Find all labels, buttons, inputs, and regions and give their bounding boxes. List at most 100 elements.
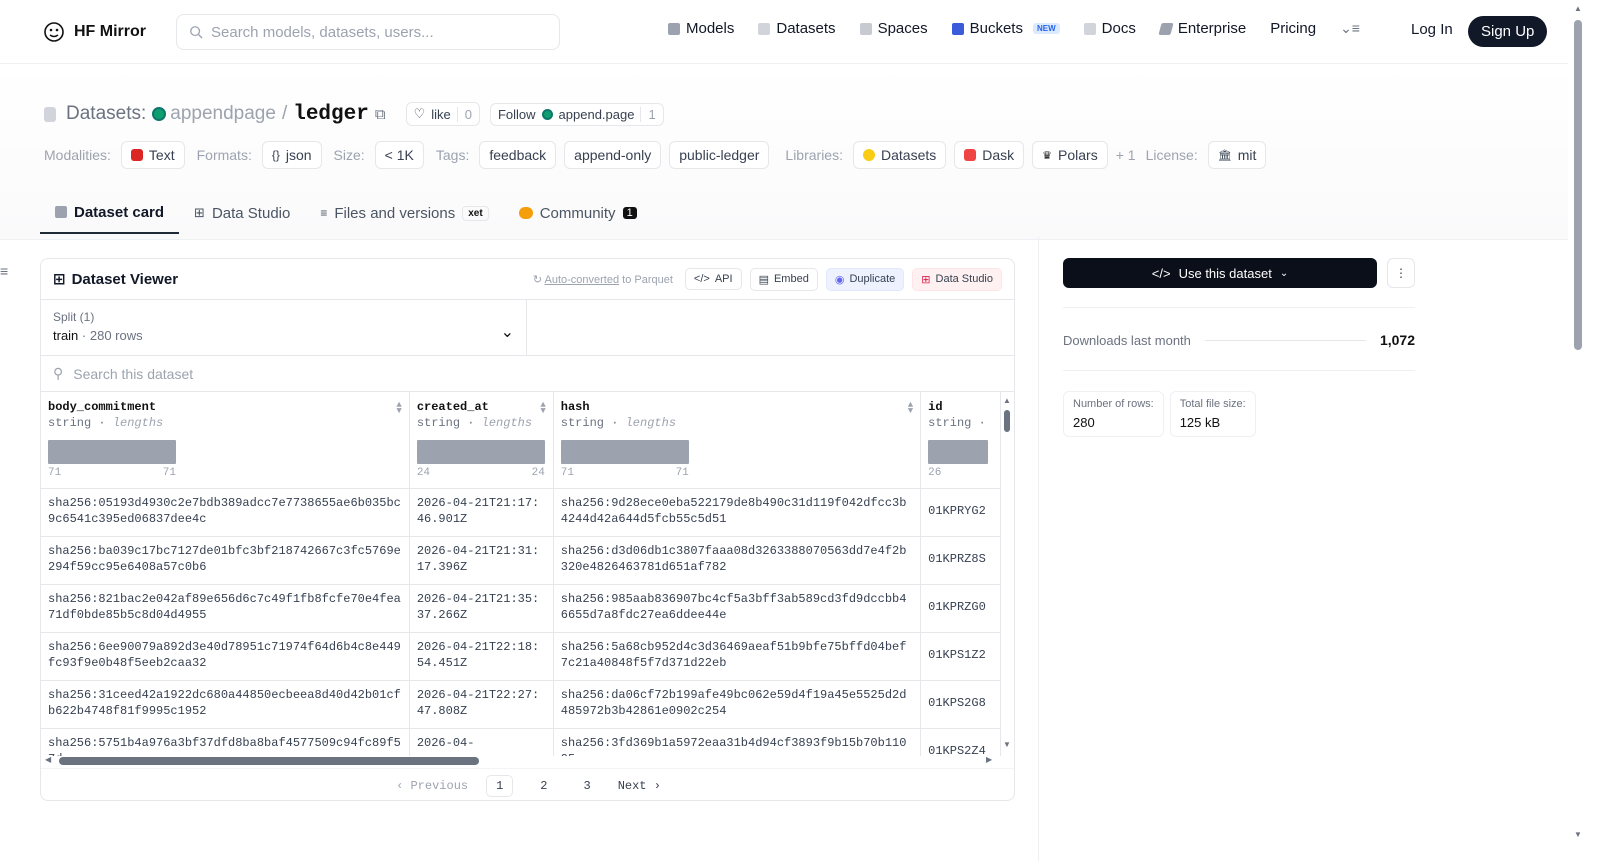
- library-datasets[interactable]: Datasets: [853, 141, 947, 169]
- table-cell[interactable]: 2026-04-: [409, 728, 554, 756]
- table-cell[interactable]: 01KPS1Z2: [920, 632, 1001, 681]
- embed-button[interactable]: ▤ Embed: [749, 267, 818, 291]
- use-this-dataset-button[interactable]: </> Use this dataset ⌄: [1063, 258, 1377, 288]
- histogram-bar[interactable]: [928, 440, 989, 464]
- copy-icon[interactable]: ⧉: [375, 106, 386, 123]
- histogram-bar[interactable]: [416, 440, 545, 464]
- table-cell[interactable]: sha256:3fd369b1a5972eaa31b4d94cf3893f9b1…: [553, 728, 922, 756]
- table-cell[interactable]: sha256:05193d4930c2e7bdb389adcc7e7738655…: [41, 488, 410, 537]
- sort-icon[interactable]: ▲ ▼: [540, 401, 545, 416]
- brand-logo[interactable]: HF Mirror: [42, 20, 146, 44]
- scroll-thumb[interactable]: [1004, 410, 1010, 432]
- table-horizontal-scrollbar[interactable]: ◀ ▶: [41, 754, 1001, 768]
- org-link[interactable]: appendpage: [152, 103, 276, 125]
- table-cell[interactable]: sha256:821bac2e042af89e656d6c7c49f1fb8fc…: [41, 584, 410, 633]
- table-cell[interactable]: sha256:9d28ece0eba522179de8b490c31d119f0…: [553, 488, 922, 537]
- table-row[interactable]: sha256:31ceed42a1922dc680a44850ecbeea8d4…: [41, 680, 1001, 729]
- scroll-up-icon[interactable]: ▲: [1003, 396, 1011, 405]
- dataset-name[interactable]: ledger: [293, 103, 369, 126]
- table-cell[interactable]: 2026-04-21T21:31:17.396Z: [409, 536, 554, 585]
- tag-public-ledger[interactable]: public-ledger: [669, 141, 770, 169]
- split-selector[interactable]: Split (1) train · 280 rows ⌄: [41, 300, 527, 355]
- nav-buckets[interactable]: Buckets NEW: [951, 20, 1060, 37]
- license-tag[interactable]: 🏛 mit: [1207, 141, 1267, 169]
- table-row[interactable]: sha256:5751b4a976a3bf37dfd8ba8baf4577509…: [41, 728, 1001, 756]
- column-header[interactable]: body_commitment string · lengths ▲ ▼ 71 71: [41, 392, 410, 489]
- scroll-up-icon[interactable]: ▲: [1574, 4, 1582, 13]
- table-cell[interactable]: sha256:ba039c17bc7127de01bfc3bf218742667…: [41, 536, 410, 585]
- nav-docs[interactable]: Docs: [1083, 20, 1136, 37]
- toc-toggle-icon[interactable]: ≡: [0, 263, 8, 279]
- scroll-thumb[interactable]: [59, 757, 479, 765]
- nav-pricing[interactable]: Pricing: [1270, 20, 1316, 37]
- scroll-down-icon[interactable]: ▼: [1003, 740, 1011, 749]
- previous-page-button[interactable]: ‹ Previous: [396, 779, 468, 793]
- table-cell[interactable]: 01KPRZ8S: [920, 536, 1001, 585]
- size-tag[interactable]: < 1K: [374, 141, 424, 169]
- table-cell[interactable]: sha256:6ee90079a892d3e40d78951c71974f64d…: [41, 632, 410, 681]
- library-polars[interactable]: ♛ Polars: [1032, 141, 1108, 169]
- data-studio-button[interactable]: ⊞ Data Studio: [912, 267, 1002, 291]
- histogram-bar[interactable]: [560, 440, 689, 464]
- nav-enterprise[interactable]: Enterprise: [1158, 20, 1246, 37]
- scroll-right-icon[interactable]: ▶: [986, 755, 992, 764]
- table-vertical-scrollbar[interactable]: ▲ ▼: [1001, 392, 1014, 756]
- scroll-thumb[interactable]: [1574, 20, 1582, 350]
- next-page-button[interactable]: Next ›: [618, 779, 661, 793]
- nav-models[interactable]: Models: [668, 20, 734, 37]
- login-link[interactable]: Log In: [1411, 21, 1453, 38]
- column-header[interactable]: id string · 26: [920, 392, 1001, 489]
- scroll-down-icon[interactable]: ▼: [1574, 830, 1582, 839]
- tag-feedback[interactable]: feedback: [479, 141, 557, 169]
- table-row[interactable]: sha256:ba039c17bc7127de01bfc3bf218742667…: [41, 536, 1001, 585]
- tab-dataset-card[interactable]: Dataset card: [40, 192, 180, 234]
- duplicate-button[interactable]: ◉ Duplicate: [825, 267, 905, 291]
- histogram-bar[interactable]: [48, 440, 176, 464]
- more-options-button[interactable]: ⋮: [1387, 258, 1415, 288]
- table-cell[interactable]: 2026-04-21T22:18:54.451Z: [409, 632, 554, 681]
- column-header[interactable]: created_at string · lengths ▲ ▼ 24 24: [409, 392, 554, 489]
- table-cell[interactable]: 01KPS2G8: [920, 680, 1001, 729]
- table-row[interactable]: sha256:05193d4930c2e7bdb389adcc7e7738655…: [41, 488, 1001, 537]
- table-cell[interactable]: sha256:985aab836907bc4cf5a3bff3ab589cd3f…: [553, 584, 922, 633]
- column-header[interactable]: hash string · lengths ▲ ▼ 71 71: [553, 392, 922, 489]
- sort-icon[interactable]: ▲ ▼: [908, 401, 913, 416]
- tag-append-only[interactable]: append-only: [564, 141, 662, 169]
- signup-button[interactable]: Sign Up: [1468, 16, 1548, 47]
- table-cell[interactable]: sha256:5a68cb952d4c3d36469aeaf51b9bfe75b…: [553, 632, 922, 681]
- modality-tag[interactable]: Text: [120, 141, 185, 169]
- like-button[interactable]: ♡ like 0: [405, 102, 480, 126]
- table-cell[interactable]: 01KPS2Z4: [920, 728, 1001, 756]
- tab-community[interactable]: Community 1: [504, 192, 652, 234]
- library-dask[interactable]: Dask: [954, 141, 1025, 169]
- page-button[interactable]: 1: [486, 774, 514, 797]
- libraries-more[interactable]: + 1: [1116, 147, 1136, 163]
- nav-spaces[interactable]: Spaces: [859, 20, 928, 37]
- auto-converted-link[interactable]: Auto-converted: [544, 274, 619, 286]
- table-cell[interactable]: sha256:d3d06db1c3807faaa08d3263388070563…: [553, 536, 922, 585]
- scroll-left-icon[interactable]: ◀: [45, 755, 51, 764]
- table-cell[interactable]: sha256:31ceed42a1922dc680a44850ecbeea8d4…: [41, 680, 410, 729]
- follow-button[interactable]: Follow append.page 1: [489, 102, 664, 126]
- table-row[interactable]: sha256:6ee90079a892d3e40d78951c71974f64d…: [41, 632, 1001, 681]
- nav-datasets[interactable]: Datasets: [758, 20, 836, 37]
- dataset-search-input[interactable]: ⚲ Search this dataset: [41, 356, 1014, 392]
- tab-data-studio[interactable]: ⊞ Data Studio: [179, 192, 305, 234]
- table-cell[interactable]: sha256:5751b4a976a3bf37dfd8ba8baf4577509…: [41, 728, 410, 756]
- table-cell[interactable]: 2026-04-21T21:35:37.266Z: [409, 584, 554, 633]
- table-cell[interactable]: 01KPRZG0: [920, 584, 1001, 633]
- page-button[interactable]: 2: [531, 776, 556, 796]
- table-cell[interactable]: sha256:da06cf72b199afe49bc062e59d4f19a45…: [553, 680, 922, 729]
- page-button[interactable]: 3: [575, 776, 600, 796]
- table-cell[interactable]: 2026-04-21T22:27:47.808Z: [409, 680, 554, 729]
- table-row[interactable]: sha256:821bac2e042af89e656d6c7c49f1fb8fc…: [41, 584, 1001, 633]
- global-search-input[interactable]: Search models, datasets, users...: [176, 14, 560, 50]
- tab-files-and-versions[interactable]: ≡ Files and versions xet: [305, 192, 503, 234]
- table-cell[interactable]: 2026-04-21T21:17:46.901Z: [409, 488, 554, 537]
- api-button[interactable]: </> API: [684, 268, 742, 290]
- more-menu-icon[interactable]: ⌄≡: [1340, 20, 1360, 37]
- sort-icon[interactable]: ▲ ▼: [396, 401, 401, 416]
- format-tag[interactable]: {} json: [261, 141, 322, 169]
- table-cell[interactable]: 01KPRYG2: [920, 488, 1001, 537]
- page-scrollbar[interactable]: ▲ ▼: [1568, 0, 1600, 861]
